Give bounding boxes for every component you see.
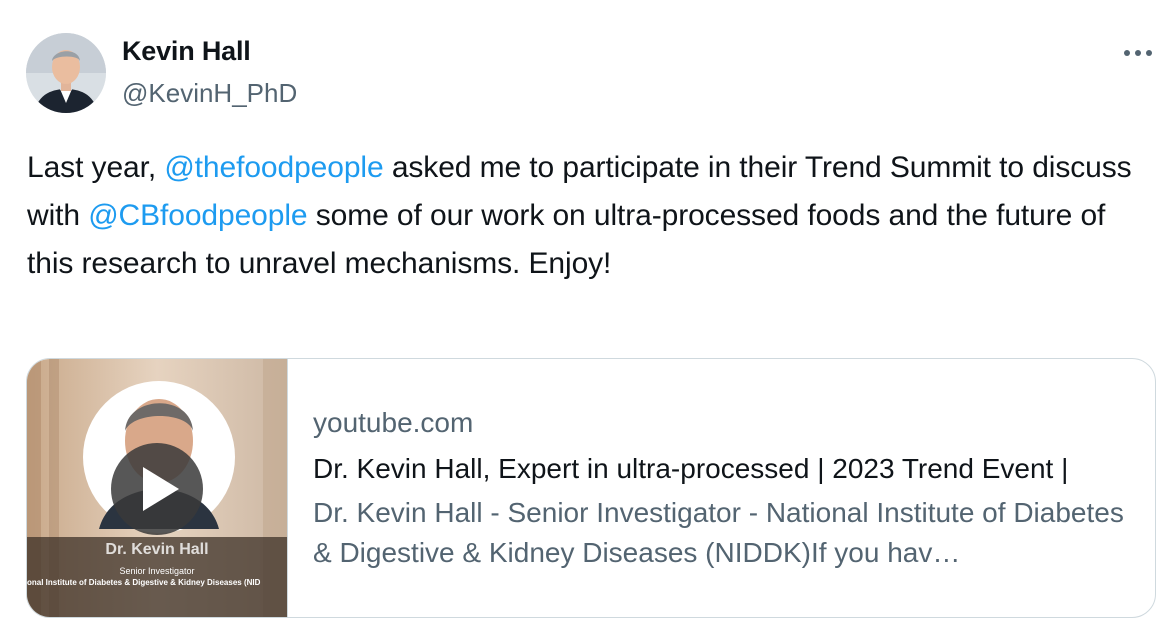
card-title: Dr. Kevin Hall, Expert in ultra-processe… [313,453,1069,484]
tweet-text: Last year, @thefoodpeople asked me to pa… [27,144,1152,288]
more-options-button[interactable] [1118,38,1158,68]
author-display-name[interactable]: Kevin Hall [122,36,251,67]
thumbnail-name-text: Dr. Kevin Hall [105,541,208,558]
card-body[interactable]: youtube.com Dr. Kevin Hall, Expert in ul… [313,359,1135,617]
mention-thefoodpeople-link[interactable]: @thefoodpeople [164,151,383,184]
video-thumbnail[interactable]: Dr. Kevin Hall Senior Investigator onal … [27,359,288,617]
tweet-text-segment: Last year, [27,151,165,184]
thumbnail-role-text: Senior Investigator [119,566,194,576]
link-preview-card[interactable]: Dr. Kevin Hall Senior Investigator onal … [26,358,1156,618]
avatar[interactable] [26,33,106,113]
more-horizontal-icon [1124,50,1152,56]
card-description: Dr. Kevin Hall - Senior Investigator - N… [313,497,1124,568]
video-thumbnail-image: Dr. Kevin Hall Senior Investigator onal … [27,359,287,617]
author-handle[interactable]: @KevinH_PhD [122,78,297,109]
thumbnail-org-text: onal Institute of Diabetes & Digestive &… [27,578,261,587]
card-domain: youtube.com [313,407,474,438]
play-icon[interactable] [111,443,203,535]
profile-photo-icon [26,33,106,113]
mention-cbfoodpeople-link[interactable]: @CBfoodpeople [88,199,307,232]
